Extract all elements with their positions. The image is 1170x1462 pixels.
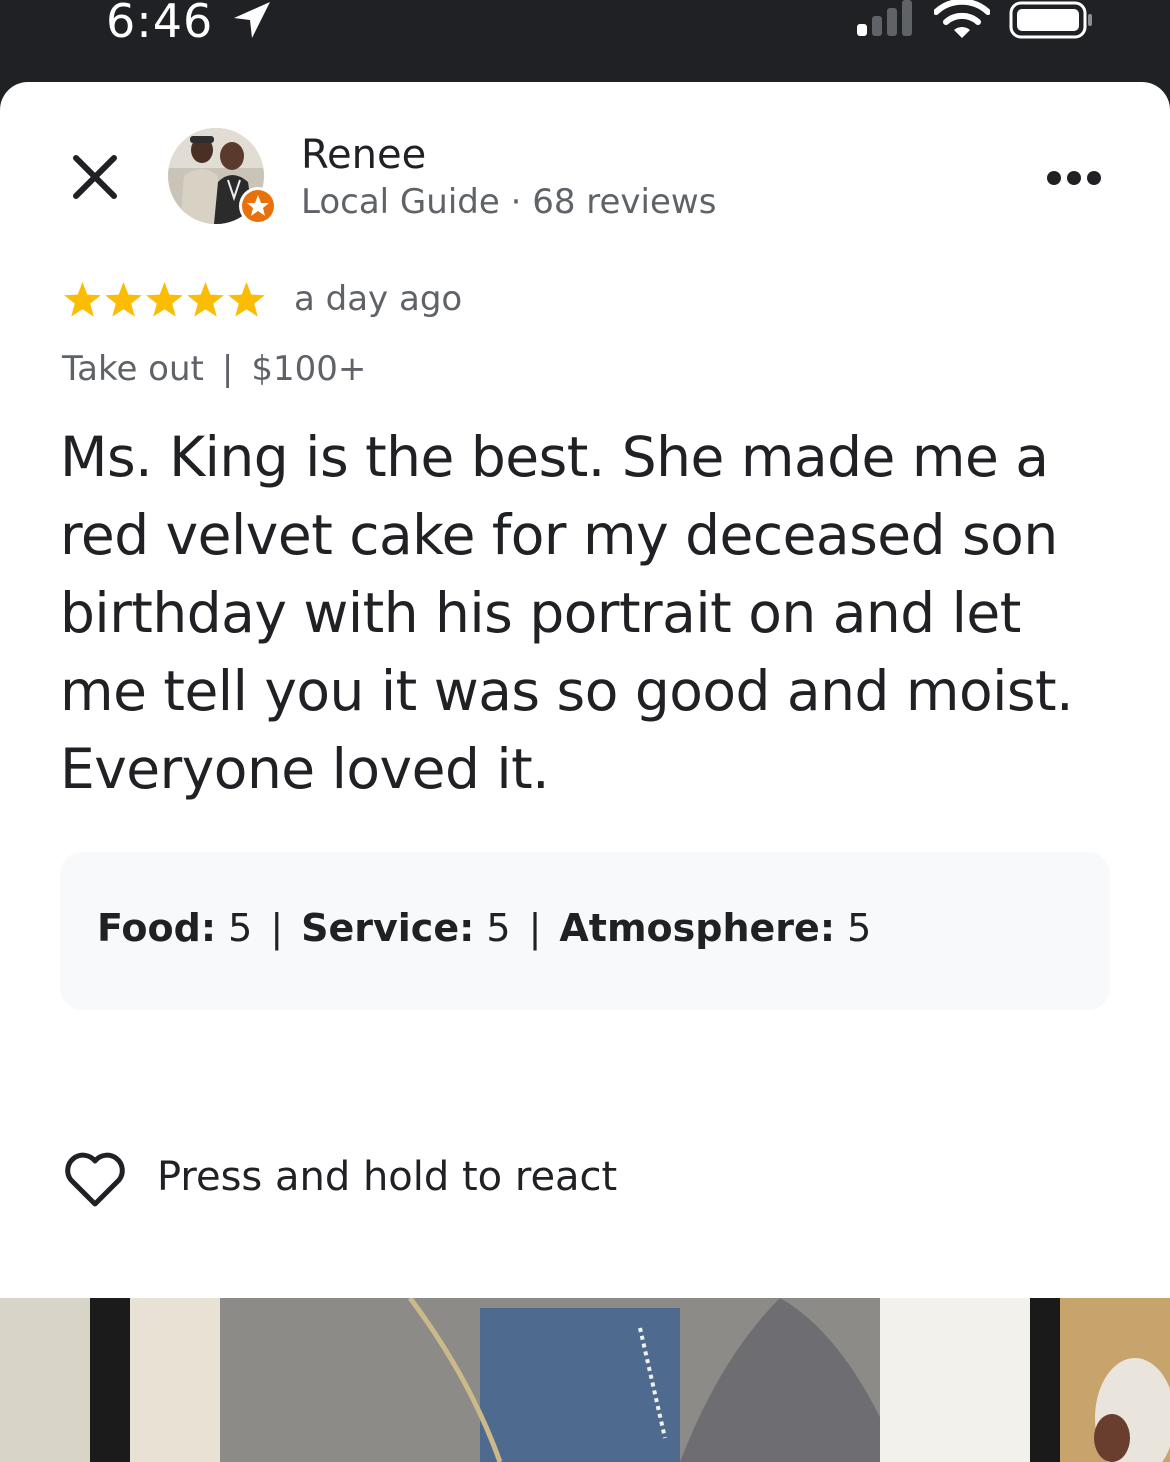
- react-label: Press and hold to react: [157, 1154, 618, 1200]
- cellular-signal-icon: [857, 0, 912, 36]
- review-text: Ms. King is the best. She made me a red …: [60, 425, 1074, 801]
- service-info: Take out | $100+: [62, 349, 366, 389]
- star-icon: [146, 282, 183, 317]
- service-separator: |: [221, 349, 234, 389]
- reviewer-name[interactable]: Renee: [301, 132, 426, 178]
- rating-atmosphere-value: 5: [847, 906, 872, 950]
- star-icon: [187, 282, 224, 317]
- rating-separator: |: [528, 906, 542, 950]
- rating-food-label: Food:: [97, 906, 217, 950]
- local-guide-star-icon: [239, 187, 277, 225]
- wifi-icon: [934, 0, 990, 38]
- price-range: $100+: [251, 349, 367, 389]
- reviewer-meta: Local Guide · 68 reviews: [301, 182, 717, 222]
- rating-service-value: 5: [486, 906, 511, 950]
- close-icon[interactable]: [66, 148, 124, 206]
- heart-outline-icon: [65, 1152, 125, 1207]
- status-time: 6:46: [106, 0, 214, 48]
- star-rating: [62, 280, 268, 320]
- service-type: Take out: [62, 349, 204, 389]
- rating-service-label: Service:: [301, 906, 475, 950]
- review-photo[interactable]: [0, 1298, 1170, 1462]
- ratings-row: Food: 5 | Service: 5 | Atmosphere: 5: [97, 906, 871, 950]
- rating-atmosphere-label: Atmosphere:: [559, 906, 836, 950]
- ratings-box: Food: 5 | Service: 5 | Atmosphere: 5: [60, 852, 1110, 1010]
- more-options-icon[interactable]: [1044, 164, 1104, 192]
- star-icon: [228, 282, 265, 317]
- rating-separator: |: [270, 906, 284, 950]
- location-arrow-icon: [234, 2, 270, 38]
- star-icon: [105, 282, 142, 317]
- star-icon: [64, 282, 101, 317]
- react-button[interactable]: Press and hold to react: [62, 1150, 662, 1210]
- review-date: a day ago: [294, 279, 463, 319]
- battery-icon: [1009, 1, 1092, 39]
- rating-food-value: 5: [228, 906, 253, 950]
- status-bar: 6:46: [0, 0, 1170, 82]
